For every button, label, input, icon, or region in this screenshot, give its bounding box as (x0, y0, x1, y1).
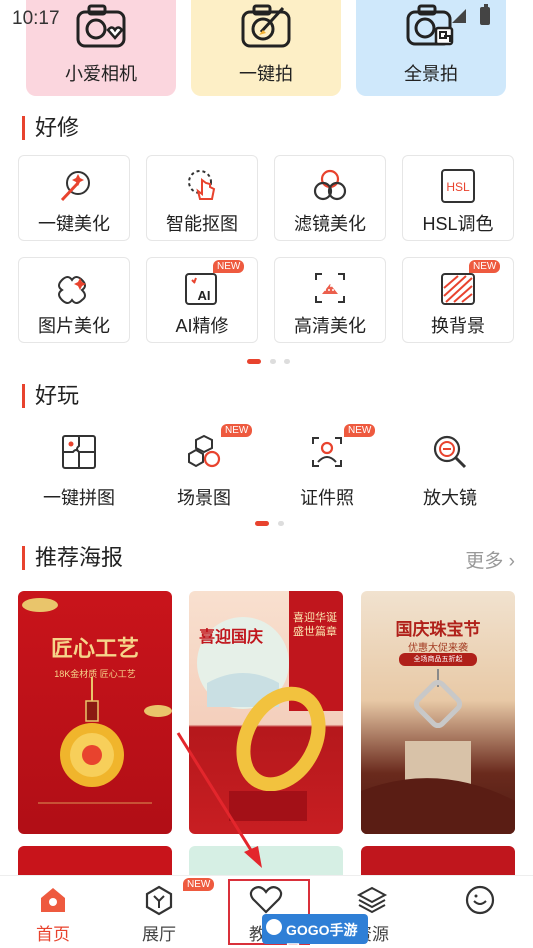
layers-icon (356, 886, 388, 914)
signal-icon (452, 9, 466, 23)
status-time: 10:17 (12, 8, 60, 29)
filter-icon (313, 169, 347, 201)
tool-hsl[interactable]: HSL HSL调色 (402, 155, 514, 241)
poster-title: 国庆珠宝节 (395, 620, 481, 639)
tool-smart-cutout[interactable]: 智能抠图 (146, 155, 258, 241)
smart-cutout-icon (188, 170, 216, 200)
poster-subtitle: 18K金材质 匠心工艺 (54, 669, 136, 679)
new-badge: NEW (213, 260, 245, 273)
poster-card-partial[interactable] (361, 846, 515, 876)
tool-label: AI精修 (175, 316, 229, 336)
play-label: 证件照 (300, 488, 354, 508)
tool-filter[interactable]: 滤镜美化 (274, 155, 386, 241)
tool-one-click-beautify[interactable]: 一键美化 (18, 155, 130, 241)
poster-artwork (22, 598, 172, 804)
play-section-title: 好玩 (22, 384, 79, 408)
profile-icon (465, 885, 495, 915)
poster-subtitle: 优惠大促来袭 (408, 643, 468, 654)
poster-title: 喜迎国庆 (199, 629, 264, 646)
hsl-icon: HSL (441, 169, 475, 203)
tool-label: 智能抠图 (166, 214, 238, 234)
ai-icon-text: AI (198, 288, 211, 303)
page-dot (278, 521, 284, 526)
camera-oneclick-label: 一键拍 (239, 64, 293, 84)
hsl-icon-text: HSL (446, 180, 470, 194)
poster-title: 匠心工艺 (50, 636, 139, 661)
more-posters-link[interactable]: 更多 › (465, 546, 515, 573)
tab-gallery[interactable]: NEW 展厅 (109, 876, 215, 948)
tab-home[interactable]: 首页 (3, 876, 103, 948)
poster-tag: 全场商品五折起 (399, 653, 477, 666)
id-photo-icon (312, 437, 342, 467)
watermark-logo: GOGO手游网 (262, 914, 368, 948)
play-label: 一键拼图 (43, 488, 115, 508)
battery-icon (480, 4, 490, 25)
play-label: 放大镜 (423, 488, 477, 508)
poster-card[interactable]: 国庆珠宝节 优惠大促来袭 全场商品五折起 (361, 591, 515, 834)
tab-label: 展厅 (142, 925, 176, 944)
new-badge: NEW (469, 260, 501, 273)
edit-section-title: 好修 (22, 116, 79, 140)
scene-icon (188, 434, 221, 468)
poster-card[interactable]: 匠心工艺 18K金材质 匠心工艺 (18, 591, 172, 834)
hd-icon (315, 273, 345, 303)
chevron-right-icon: › (508, 551, 515, 572)
play-collage[interactable]: 一键拼图 (20, 432, 138, 528)
tool-image-beautify[interactable]: 图片美化 (18, 257, 130, 343)
more-label: 更多 (465, 551, 504, 572)
tool-ai-retouch[interactable]: AI NEW AI精修 (146, 257, 258, 343)
play-magnifier[interactable]: 放大镜 (391, 432, 509, 528)
ai-retouch-icon: AI (185, 273, 217, 305)
page-dot (270, 359, 276, 364)
poster-subtitle: 喜迎华诞 盛世篇章 (293, 612, 337, 638)
new-badge: NEW (221, 424, 253, 437)
tool-hd-beautify[interactable]: 高清美化 (274, 257, 386, 343)
page-dot-active (247, 359, 261, 364)
camera-xiaoai-label: 小爱相机 (65, 64, 137, 84)
play-label: 场景图 (177, 488, 231, 508)
collage-icon (62, 435, 96, 469)
magnifier-icon (433, 435, 467, 469)
gallery-icon (145, 885, 173, 916)
new-badge: NEW (344, 424, 376, 437)
home-icon (41, 888, 65, 912)
tool-label: HSL调色 (422, 214, 494, 234)
tool-label: 换背景 (431, 316, 485, 336)
magic-wand-icon (60, 171, 90, 202)
tool-change-background[interactable]: NEW 换背景 (402, 257, 514, 343)
poster-card-partial[interactable] (18, 846, 172, 876)
play-id-photo[interactable]: NEW 证件照 (268, 424, 386, 528)
poster-card[interactable]: 喜迎国庆 喜迎华诞 盛世篇章 (189, 591, 343, 834)
edit-page-indicator (247, 359, 297, 365)
status-bar: 10:17 (0, 0, 533, 36)
tab-label: 首页 (36, 925, 70, 944)
sparkle-puzzle-icon (58, 276, 86, 304)
page-dot (284, 359, 290, 364)
play-scene[interactable]: NEW 场景图 (145, 424, 263, 528)
tool-label: 滤镜美化 (294, 214, 366, 234)
page-dot-active (255, 521, 269, 526)
new-badge: NEW (183, 878, 215, 891)
poster-card-partial[interactable] (189, 846, 343, 876)
background-icon (441, 273, 475, 305)
poster-section-title: 推荐海报 (22, 546, 123, 570)
camera-panorama-label: 全景拍 (404, 64, 458, 84)
tool-label: 图片美化 (38, 316, 110, 336)
tool-label: 高清美化 (294, 316, 366, 336)
play-page-indicator (255, 521, 285, 527)
tab-profile[interactable] (430, 876, 530, 948)
tool-label: 一键美化 (38, 214, 110, 234)
